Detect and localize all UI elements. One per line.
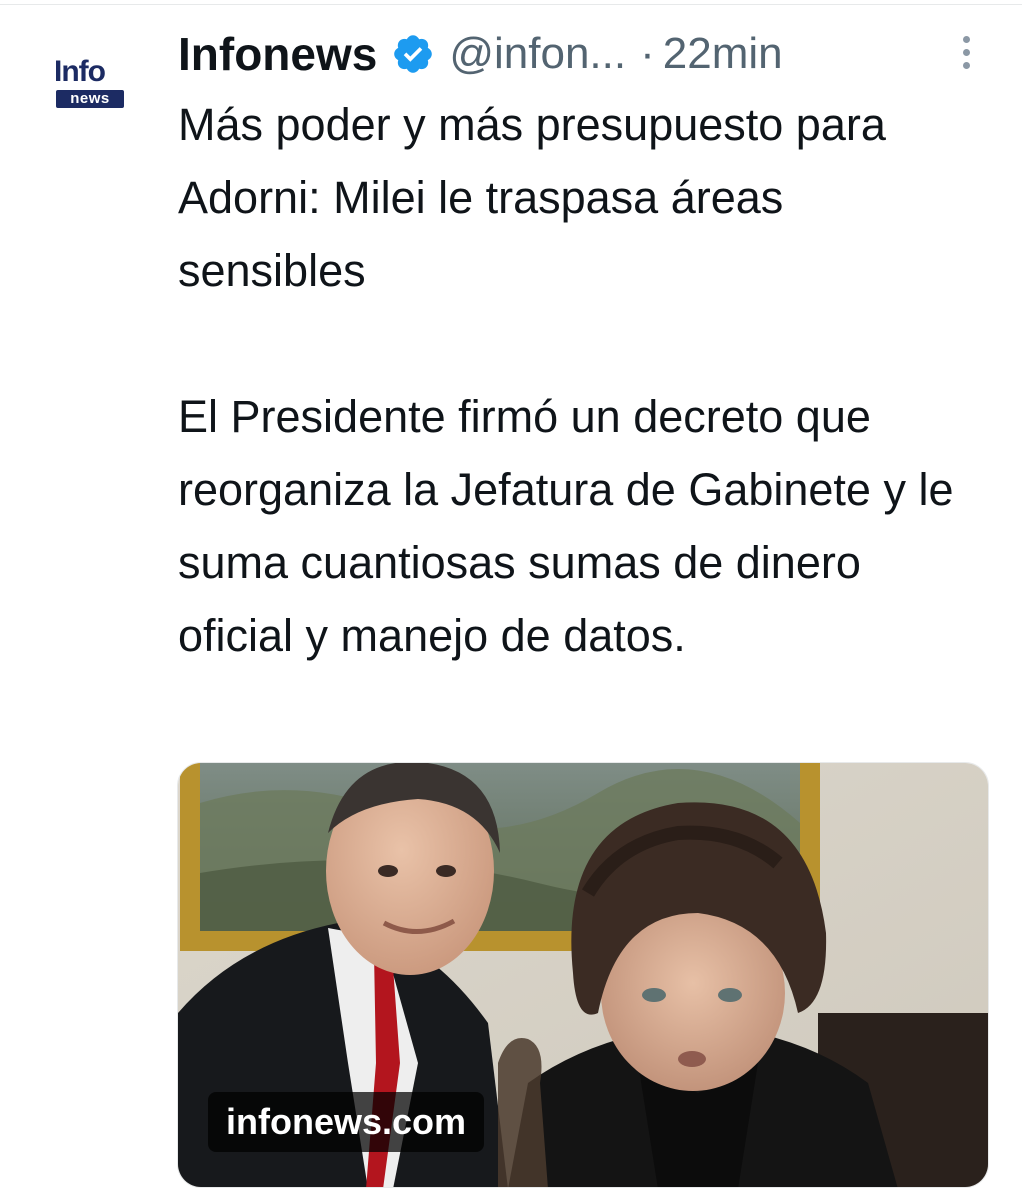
tweet-header: Infonews @infon... · 22min: [178, 24, 998, 84]
separator-dot: ·: [640, 29, 655, 78]
logo-info-text: Info: [54, 55, 106, 88]
tweet-summary: El Presidente firmó un decreto que reorg…: [178, 391, 954, 661]
logo-news-text: news: [56, 90, 124, 108]
tweet-headline: Más poder y más presupuesto para Adorni:…: [178, 99, 886, 296]
divider: [0, 4, 1022, 5]
avatar[interactable]: Info news: [44, 46, 144, 126]
timestamp[interactable]: 22min: [663, 29, 783, 79]
more-options-icon[interactable]: [954, 36, 978, 80]
display-name[interactable]: Infonews: [178, 27, 377, 81]
user-handle[interactable]: @infon...: [449, 29, 626, 79]
link-domain-badge[interactable]: infonews.com: [208, 1092, 485, 1152]
tweet-card[interactable]: Info news Infonews @infon... · 22min Más…: [0, 0, 1022, 1200]
verified-badge-icon: [391, 32, 435, 76]
tweet-text: Más poder y más presupuesto para Adorni:…: [178, 88, 978, 672]
